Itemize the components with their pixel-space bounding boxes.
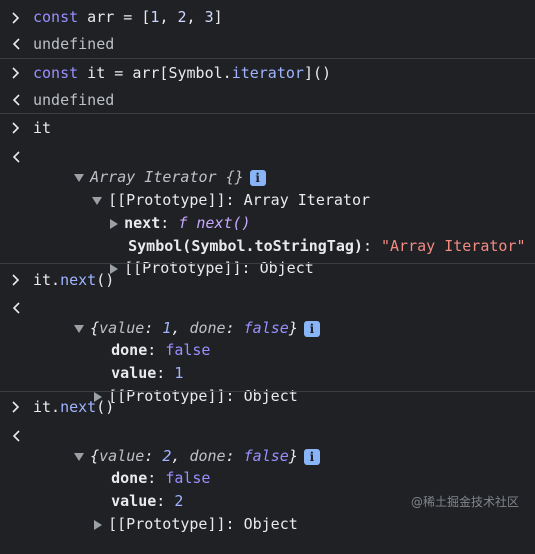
console-entry-3: it Array Iterator {} i [[Prototype]]: Arr… (0, 114, 535, 277)
console-input[interactable]: it.next() (33, 270, 114, 290)
chevron-left-icon (12, 38, 20, 50)
console-input[interactable]: const it = arr[Symbol.iterator]() (33, 63, 331, 83)
chevron-right-icon (12, 122, 20, 134)
chevron-right-icon (12, 12, 20, 24)
chevron-left-icon (12, 151, 20, 163)
chevron-left-icon (12, 302, 20, 314)
chevron-right-icon (12, 274, 20, 286)
info-icon[interactable]: i (303, 320, 320, 337)
console-output: undefined (33, 35, 115, 53)
watermark: @稀土掘金技术社区 (410, 495, 519, 509)
info-icon[interactable]: i (303, 448, 320, 465)
console-input[interactable]: it (33, 118, 51, 138)
console-entry-1: const arr = [1, 2, 3] undefined (0, 0, 535, 58)
triangle-right-icon (94, 519, 103, 530)
console-input[interactable]: const arr = [1, 2, 3] (33, 7, 223, 27)
chevron-left-icon (12, 430, 20, 442)
prototype-toggle[interactable]: [[Prototype]]: Object (58, 494, 298, 554)
chevron-left-icon (12, 94, 20, 106)
chevron-right-icon (12, 401, 20, 413)
chevron-right-icon (12, 67, 20, 79)
console-input[interactable]: it.next() (33, 397, 114, 417)
console-output: undefined (33, 91, 115, 109)
console-entry-2: const it = arr[Symbol.iterator]() undefi… (0, 59, 535, 113)
console-entry-4: it.next() {value: 1, done: false} i done:… (0, 264, 535, 405)
